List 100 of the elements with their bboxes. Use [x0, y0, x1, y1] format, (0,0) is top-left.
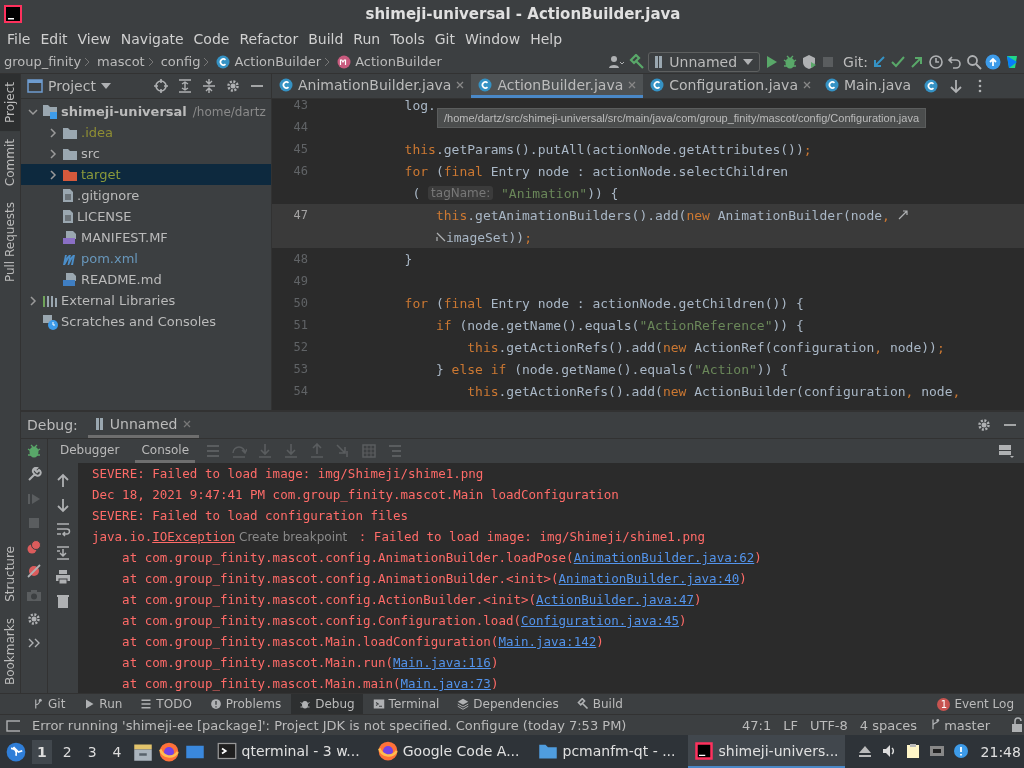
- tree-item[interactable]: .idea: [21, 122, 271, 143]
- session-tab[interactable]: Unnamed: [87, 412, 200, 438]
- tree-item[interactable]: .gitignore: [21, 185, 271, 206]
- arrow-up-icon[interactable]: [55, 473, 71, 489]
- menu-item[interactable]: Edit: [35, 31, 73, 47]
- wrench-icon[interactable]: [26, 467, 42, 483]
- tree-item[interactable]: target: [21, 164, 271, 185]
- breakpoints-icon[interactable]: [26, 539, 42, 555]
- tool-window-button[interactable]: Problems: [201, 694, 290, 714]
- git-branch[interactable]: master: [929, 717, 990, 733]
- close-icon[interactable]: [803, 80, 811, 89]
- menu-item[interactable]: View: [72, 31, 116, 47]
- console-link[interactable]: AnimationBuilder.java:62: [573, 550, 755, 565]
- tool-window-button[interactable]: Terminal: [364, 694, 448, 714]
- workspace-button[interactable]: 4: [107, 739, 127, 764]
- debug-tab[interactable]: Debugger: [54, 439, 126, 463]
- update-icon[interactable]: [871, 53, 887, 70]
- run-configuration-dropdown[interactable]: Unnamed: [648, 51, 761, 72]
- project-view-dropdown[interactable]: Project: [27, 78, 111, 94]
- person-icon[interactable]: [608, 53, 627, 70]
- tree-item[interactable]: pom.xml: [21, 248, 271, 269]
- menu-item[interactable]: Git: [429, 31, 460, 47]
- menu-item[interactable]: Refactor: [234, 31, 304, 47]
- locate-icon[interactable]: [153, 78, 169, 94]
- search-icon[interactable]: [966, 53, 982, 70]
- debug-icon[interactable]: [782, 53, 799, 70]
- chevron-right-icon[interactable]: [29, 295, 37, 306]
- status-item[interactable]: 47:1: [742, 717, 772, 733]
- status-item[interactable]: UTF-8: [809, 717, 848, 733]
- console-link[interactable]: Main.java:73: [400, 676, 491, 691]
- debug-icon[interactable]: [26, 443, 42, 459]
- print-icon[interactable]: [55, 569, 71, 585]
- console-link[interactable]: Configuration.java:45: [520, 613, 679, 628]
- console-link[interactable]: IOException: [152, 529, 235, 544]
- chevron-down-icon[interactable]: [28, 107, 38, 116]
- tool-window-tab[interactable]: Project: [0, 74, 20, 132]
- taskbar-window[interactable]: Google Code A...: [371, 735, 526, 768]
- chevron-right-icon[interactable]: [49, 148, 57, 159]
- expand-all-icon[interactable]: [177, 78, 193, 94]
- breadcrumb[interactable]: ActionBuilder: [212, 54, 322, 69]
- menu-item[interactable]: Window: [459, 31, 526, 47]
- menu-item[interactable]: Run: [348, 31, 386, 47]
- editor-tab[interactable]: Configuration.java: [643, 74, 818, 98]
- coverage-icon[interactable]: [801, 53, 818, 70]
- tool-window-tab[interactable]: Bookmarks: [0, 609, 20, 693]
- tool-window-tab[interactable]: Structure: [0, 538, 20, 610]
- console-link[interactable]: ActionBuilder.java:47: [536, 592, 695, 607]
- tool-window-button[interactable]: Git: [24, 694, 74, 714]
- menu-item[interactable]: Navigate: [115, 31, 189, 47]
- layout-icon[interactable]: [998, 443, 1014, 459]
- start-menu-icon[interactable]: [6, 741, 26, 762]
- tree-item[interactable]: External Libraries: [21, 290, 271, 311]
- taskbar-window[interactable]: qterminal - 3 w...: [210, 735, 366, 768]
- tree-item[interactable]: src: [21, 143, 271, 164]
- tree-item[interactable]: shimeji-universal /home/dartz: [21, 101, 271, 122]
- taskbar-window[interactable]: pcmanfm-qt - ...: [531, 735, 682, 768]
- menu-item[interactable]: Help: [525, 31, 568, 47]
- upload-icon[interactable]: [985, 53, 1001, 70]
- mute-breakpoints-icon[interactable]: [26, 563, 42, 579]
- status-item[interactable]: 4 spaces: [859, 717, 918, 733]
- tree-item[interactable]: Scratches and Consoles: [21, 311, 271, 332]
- breadcrumb[interactable]: mascot: [93, 54, 145, 69]
- tool-window-button[interactable]: Build: [568, 694, 631, 714]
- hammer-icon[interactable]: [629, 53, 646, 70]
- chevron-down-icon[interactable]: [948, 78, 965, 94]
- tool-window-button[interactable]: Debug: [291, 694, 363, 714]
- plugin-logo-icon[interactable]: [1004, 53, 1020, 70]
- workspace-button[interactable]: 2: [57, 739, 77, 764]
- history-icon[interactable]: [928, 53, 944, 70]
- collapse-all-icon[interactable]: [201, 78, 217, 94]
- event-log-button[interactable]: 1 Event Log: [937, 697, 1014, 711]
- close-icon[interactable]: [456, 80, 465, 89]
- console-link[interactable]: AnimationBuilder.java:40: [558, 571, 740, 586]
- workspace-button[interactable]: 1: [32, 739, 52, 764]
- menu-item[interactable]: Build: [303, 31, 349, 47]
- console-link[interactable]: Main.java:142: [498, 634, 597, 649]
- console-link[interactable]: Main.java:116: [393, 655, 491, 670]
- tree-item[interactable]: LICENSE: [21, 206, 271, 227]
- tree-item[interactable]: MANIFEST.MF: [21, 227, 271, 248]
- chevron-right-icon[interactable]: [49, 127, 57, 138]
- status-item[interactable]: LF: [783, 717, 798, 733]
- soft-wrap-icon[interactable]: [55, 521, 71, 537]
- editor-tab[interactable]: ActionBuilder.java: [471, 74, 644, 98]
- workspace-button[interactable]: 3: [82, 739, 102, 764]
- scroll-to-end-icon[interactable]: [55, 545, 71, 561]
- tool-window-button[interactable]: TODO: [132, 694, 200, 714]
- tool-window-tab[interactable]: Pull Requests: [0, 194, 20, 291]
- settings-icon[interactable]: [26, 611, 42, 627]
- breadcrumb[interactable]: config: [156, 54, 201, 69]
- tool-window-tab[interactable]: Commit: [0, 131, 20, 195]
- notification-icon[interactable]: [952, 742, 971, 761]
- firefox-icon[interactable]: [158, 741, 179, 762]
- settings-icon[interactable]: [225, 78, 241, 94]
- rollback-icon[interactable]: [947, 53, 963, 70]
- settings-icon[interactable]: [976, 417, 992, 433]
- taskbar-window[interactable]: shimeji-univers...: [687, 735, 845, 768]
- tree-item[interactable]: README.md: [21, 269, 271, 290]
- menu-item[interactable]: File: [2, 31, 36, 47]
- breadcrumb[interactable]: ActionBuilder: [333, 54, 442, 69]
- editor-tab[interactable]: Main.java: [818, 74, 919, 98]
